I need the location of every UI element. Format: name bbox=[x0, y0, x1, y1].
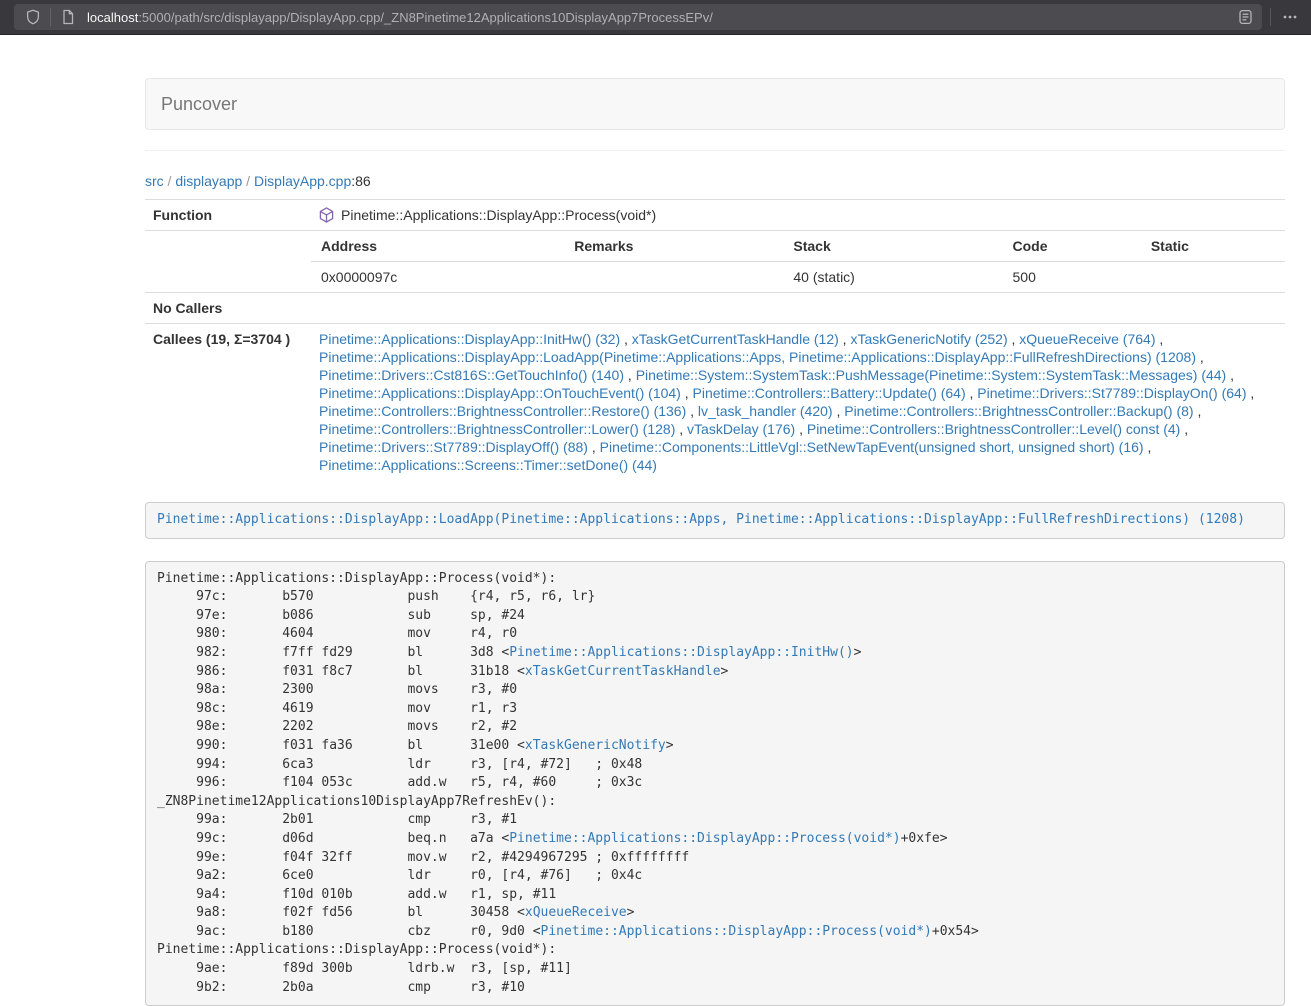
details-col-header: Address bbox=[311, 231, 564, 262]
function-table: Function Pinetime::Applications::Display… bbox=[145, 199, 1285, 480]
disasm-symbol-link[interactable]: xTaskGetCurrentTaskHandle bbox=[525, 664, 721, 679]
page-icon[interactable] bbox=[57, 6, 79, 28]
package-icon bbox=[319, 207, 334, 223]
callee-link[interactable]: Pinetime::Controllers::BrightnessControl… bbox=[844, 403, 1193, 419]
details-header-row: AddressRemarksStackCodeStatic bbox=[311, 231, 1285, 262]
callee-link[interactable]: Pinetime::Applications::DisplayApp::Init… bbox=[319, 331, 620, 347]
callee-link[interactable]: xTaskGenericNotify (252) bbox=[850, 331, 1007, 347]
url-path: :5000/path/src/displayapp/DisplayApp.cpp… bbox=[138, 10, 713, 25]
callee-link[interactable]: Pinetime::Controllers::Battery::Update()… bbox=[693, 385, 966, 401]
callee-link[interactable]: Pinetime::Applications::DisplayApp::Load… bbox=[319, 349, 1196, 365]
breadcrumb-link[interactable]: src bbox=[145, 173, 164, 189]
disasm-symbol-link[interactable]: Pinetime::Applications::DisplayApp::Init… bbox=[509, 645, 853, 660]
details-value: 40 (static) bbox=[783, 262, 1002, 293]
details-value bbox=[564, 262, 783, 293]
loadapp-snippet: Pinetime::Applications::DisplayApp::Load… bbox=[145, 502, 1285, 539]
callee-link[interactable]: Pinetime::Drivers::St7789::DisplayOn() (… bbox=[977, 385, 1246, 401]
callee-link[interactable]: lv_task_handler (420) bbox=[698, 403, 833, 419]
callee-link[interactable]: Pinetime::Applications::DisplayApp::OnTo… bbox=[319, 385, 681, 401]
callee-link[interactable]: Pinetime::Components::LittleVgl::SetNewT… bbox=[600, 439, 1144, 455]
no-callers-row: No Callers bbox=[145, 293, 1285, 324]
urlbar-divider bbox=[50, 8, 51, 26]
details-value bbox=[1141, 262, 1285, 293]
function-name: Pinetime::Applications::DisplayApp::Proc… bbox=[341, 206, 656, 224]
url-host: localhost bbox=[87, 10, 138, 25]
callees-separator: , bbox=[620, 331, 632, 347]
disassembly: Pinetime::Applications::DisplayApp::Proc… bbox=[145, 561, 1285, 1006]
toolbar-divider bbox=[1270, 8, 1271, 26]
browser-toolbar: localhost:5000/path/src/displayapp/Displ… bbox=[0, 0, 1311, 35]
callees-separator: , bbox=[1180, 421, 1188, 437]
function-row: Function Pinetime::Applications::Display… bbox=[145, 200, 1285, 231]
url-text: localhost:5000/path/src/displayapp/Displ… bbox=[87, 10, 713, 25]
callees-separator: , bbox=[1194, 403, 1202, 419]
function-row-label: Function bbox=[145, 200, 311, 231]
callee-link[interactable]: xTaskGetCurrentTaskHandle (12) bbox=[632, 331, 839, 347]
callees-separator: , bbox=[681, 385, 693, 401]
callees-list: Pinetime::Applications::DisplayApp::Init… bbox=[311, 324, 1285, 481]
details-col-header: Static bbox=[1141, 231, 1285, 262]
details-col-header: Stack bbox=[783, 231, 1002, 262]
no-callers-label: No Callers bbox=[145, 293, 311, 324]
callees-separator: , bbox=[839, 331, 851, 347]
details-value-row: 0x0000097c 40 (static)500 bbox=[311, 262, 1285, 293]
loadapp-link[interactable]: Pinetime::Applications::DisplayApp::Load… bbox=[157, 512, 1245, 527]
details-col-header: Remarks bbox=[564, 231, 783, 262]
callees-separator: , bbox=[1226, 367, 1234, 383]
callees-separator: , bbox=[833, 403, 845, 419]
callees-separator: , bbox=[1247, 385, 1255, 401]
page-container: Puncover src / displayapp / DisplayApp.c… bbox=[145, 78, 1285, 1006]
url-bar[interactable]: localhost:5000/path/src/displayapp/Displ… bbox=[14, 4, 1262, 30]
callees-separator: , bbox=[686, 403, 698, 419]
shield-icon[interactable] bbox=[22, 6, 44, 28]
callees-separator: , bbox=[966, 385, 978, 401]
details-col-header: Code bbox=[1003, 231, 1141, 262]
callees-label: Callees (19, Σ=3704 ) bbox=[145, 324, 311, 481]
callee-link[interactable]: Pinetime::Controllers::BrightnessControl… bbox=[319, 421, 675, 437]
function-details-table: AddressRemarksStackCodeStatic 0x0000097c… bbox=[311, 231, 1285, 292]
divider-rule bbox=[145, 150, 1285, 151]
reader-mode-icon[interactable] bbox=[1234, 6, 1256, 28]
callee-link[interactable]: Pinetime::Applications::Screens::Timer::… bbox=[319, 457, 657, 473]
callee-link[interactable]: vTaskDelay (176) bbox=[687, 421, 795, 437]
callee-link[interactable]: Pinetime::Drivers::Cst816S::GetTouchInfo… bbox=[319, 367, 624, 383]
breadcrumb-line-number: :86 bbox=[351, 173, 370, 189]
callee-link[interactable]: Pinetime::Drivers::St7789::DisplayOff() … bbox=[319, 439, 588, 455]
breadcrumb-link[interactable]: DisplayApp.cpp bbox=[254, 173, 351, 189]
disasm-symbol-link[interactable]: Pinetime::Applications::DisplayApp::Proc… bbox=[509, 831, 900, 846]
brand-link[interactable]: Puncover bbox=[146, 94, 252, 115]
callees-separator: , bbox=[1008, 331, 1020, 347]
breadcrumb-link[interactable]: displayapp bbox=[175, 173, 242, 189]
callees-separator: , bbox=[1155, 331, 1163, 347]
callee-link[interactable]: Pinetime::Controllers::BrightnessControl… bbox=[319, 403, 686, 419]
navbar: Puncover bbox=[145, 78, 1285, 130]
callees-separator: , bbox=[1196, 349, 1204, 365]
callee-link[interactable]: Pinetime::System::SystemTask::PushMessag… bbox=[636, 367, 1227, 383]
details-value: 0x0000097c bbox=[311, 262, 564, 293]
disasm-symbol-link[interactable]: xTaskGenericNotify bbox=[525, 738, 666, 753]
callees-separator: , bbox=[795, 421, 807, 437]
callees-separator: , bbox=[1144, 439, 1152, 455]
details-value: 500 bbox=[1003, 262, 1141, 293]
overflow-menu-button[interactable] bbox=[1279, 6, 1301, 28]
callee-link[interactable]: xQueueReceive (764) bbox=[1019, 331, 1155, 347]
function-details-row: AddressRemarksStackCodeStatic 0x0000097c… bbox=[145, 231, 1285, 293]
callees-row: Callees (19, Σ=3704 ) Pinetime::Applicat… bbox=[145, 324, 1285, 481]
breadcrumb: src / displayapp / DisplayApp.cpp:86 bbox=[145, 171, 1285, 191]
breadcrumb-separator: / bbox=[242, 173, 254, 189]
breadcrumb-separator: / bbox=[164, 173, 176, 189]
disasm-symbol-link[interactable]: Pinetime::Applications::DisplayApp::Proc… bbox=[541, 924, 932, 939]
callees-separator: , bbox=[675, 421, 687, 437]
callee-link[interactable]: Pinetime::Controllers::BrightnessControl… bbox=[807, 421, 1180, 437]
disasm-symbol-link[interactable]: xQueueReceive bbox=[525, 905, 627, 920]
callees-separator: , bbox=[624, 367, 636, 383]
callees-separator: , bbox=[588, 439, 600, 455]
details-row-spacer bbox=[145, 231, 311, 293]
